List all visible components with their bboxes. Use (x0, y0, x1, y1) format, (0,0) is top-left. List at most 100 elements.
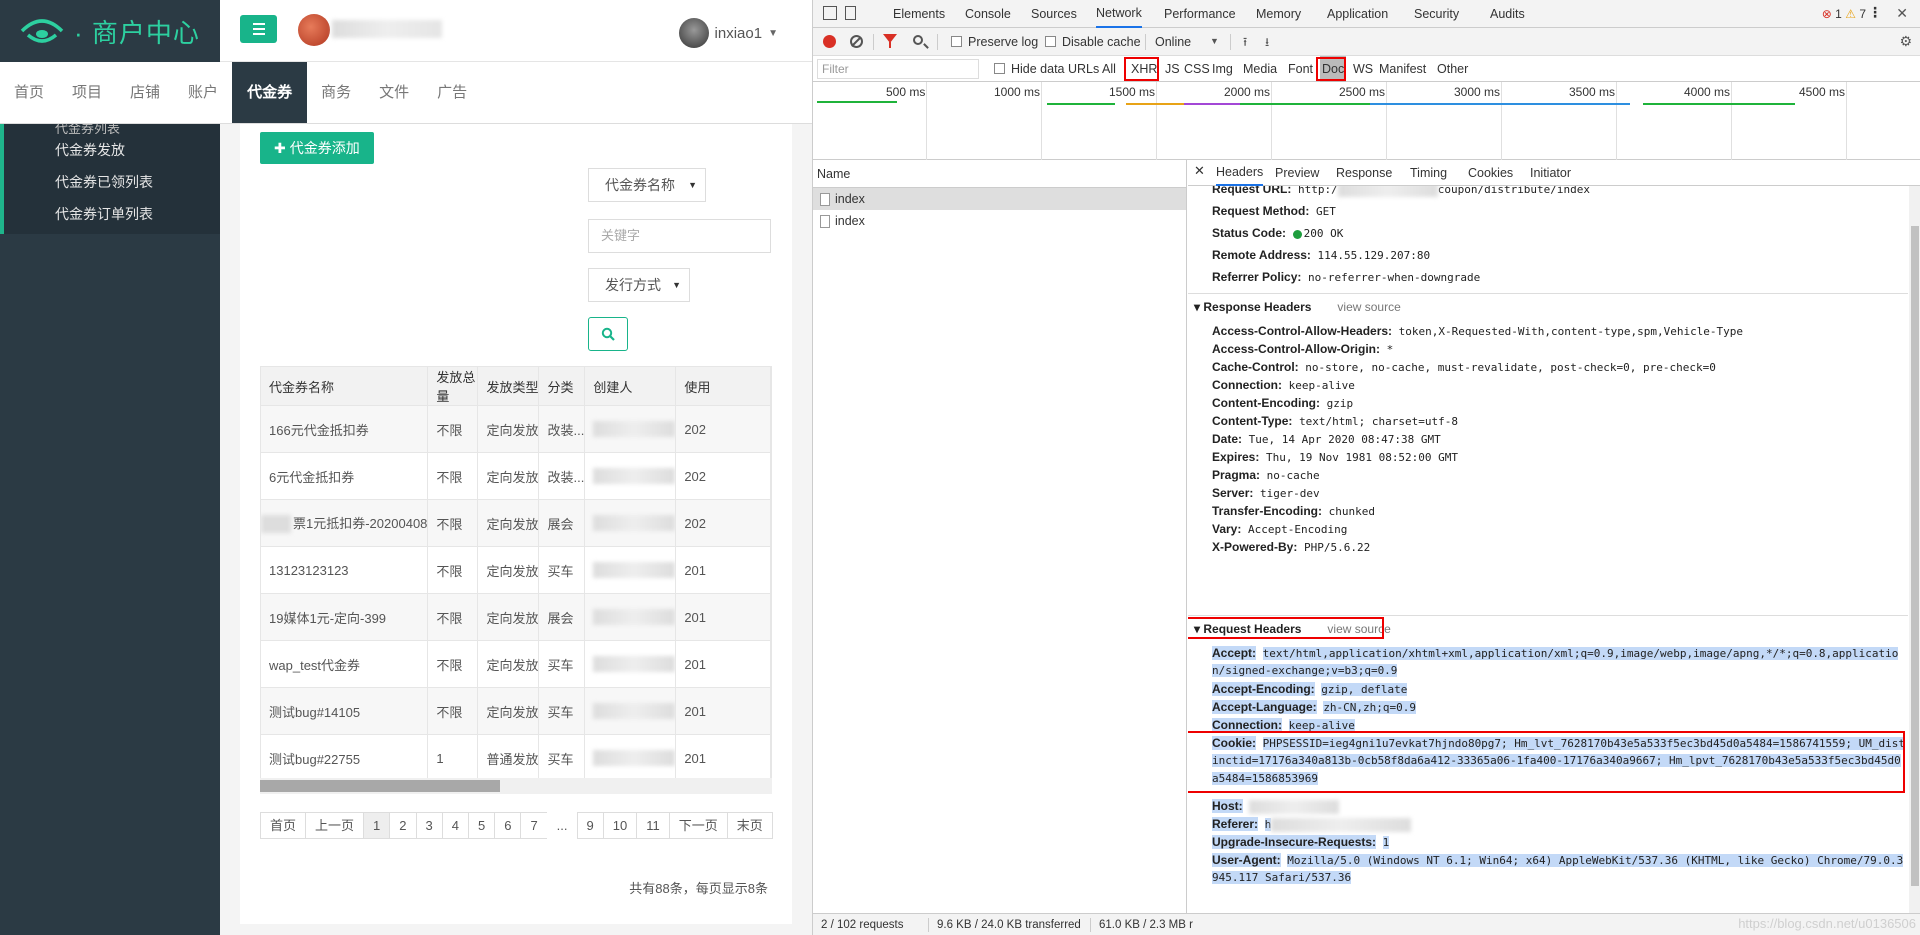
subnav-item-coupon-list[interactable]: 代金券列表 (4, 124, 220, 134)
nav-item-business[interactable]: 商务 (307, 62, 365, 123)
inspect-element-icon[interactable] (823, 6, 837, 20)
record-icon[interactable] (823, 35, 836, 48)
filter-type-manifest[interactable]: Manifest (1379, 56, 1426, 82)
detail-tab-initiator[interactable]: Initiator (1530, 160, 1571, 186)
disable-cache-checkbox[interactable] (1045, 36, 1056, 47)
filter-type-ws[interactable]: WS (1353, 56, 1373, 82)
close-icon[interactable]: ✕ (1194, 163, 1205, 179)
detail-tab-cookies[interactable]: Cookies (1468, 160, 1513, 186)
menu-toggle-button[interactable] (240, 15, 277, 43)
user-menu[interactable]: inxiao1 ▼ (678, 18, 778, 48)
search-icon[interactable] (913, 35, 923, 45)
pagination-button[interactable]: 11 (636, 812, 670, 839)
pagination-button[interactable]: 5 (467, 812, 496, 839)
devtools-tab-sources[interactable]: Sources (1031, 0, 1077, 28)
nav-item-coupons[interactable]: 代金券 (232, 62, 308, 123)
filter-type-media[interactable]: Media (1243, 56, 1277, 82)
settings-gear-icon[interactable]: ⚙ (1899, 33, 1912, 50)
export-har-icon[interactable]: ⭳ (1265, 33, 1269, 54)
filter-icon[interactable] (883, 34, 897, 48)
device-toolbar-icon[interactable] (845, 6, 856, 20)
view-source-link[interactable]: view source (1337, 300, 1400, 314)
pagination-button[interactable]: 2 (389, 812, 417, 839)
nav-item-files[interactable]: 文件 (365, 62, 423, 123)
add-coupon-button[interactable]: ✚ 代金券添加 (260, 132, 374, 164)
column-header[interactable]: 代金券名称 (261, 367, 429, 406)
devtools-tab-application[interactable]: Application (1327, 0, 1388, 28)
pagination-button[interactable]: 4 (441, 812, 469, 839)
table-row[interactable]: 票1元抵扣券-20200408 不限 定向发放 展会 202 (261, 499, 771, 547)
detail-tab-headers[interactable]: Headers (1216, 160, 1264, 186)
table-row[interactable]: 测试bug#22755 1 普通发放 买车 201 (261, 734, 771, 782)
filter-type-img[interactable]: Img (1212, 56, 1233, 82)
keyword-input[interactable]: 关键字 (588, 219, 771, 253)
devtools-tab-audits[interactable]: Audits (1490, 0, 1525, 28)
search-button[interactable] (588, 317, 628, 351)
devtools-tab-elements[interactable]: Elements (893, 0, 945, 28)
nav-item-account[interactable]: 账户 (174, 62, 232, 123)
issue-type-select[interactable]: 发行方式 ▼ (588, 268, 690, 302)
import-har-icon[interactable]: ⭱ (1243, 33, 1247, 54)
error-warning-counter[interactable]: ⊗ 1 ⚠ 7 (1822, 7, 1866, 21)
table-horizontal-scrollbar[interactable] (260, 778, 772, 794)
pagination-button[interactable]: 6 (494, 812, 522, 839)
response-headers-section[interactable]: ▾ Response Headers view source (1194, 298, 1401, 316)
filter-type-all[interactable]: All (1102, 56, 1116, 82)
request-list-header[interactable]: Name (813, 160, 1186, 188)
nav-item-home[interactable]: 首页 (0, 62, 58, 123)
subnav-item-coupon-claimed[interactable]: 代金券已领列表 (4, 166, 220, 198)
filter-type-font[interactable]: Font (1288, 56, 1313, 82)
nav-item-stores[interactable]: 店铺 (116, 62, 174, 123)
pagination-button[interactable]: 上一页 (305, 812, 365, 839)
column-header[interactable]: 发放总量 (427, 367, 479, 406)
clear-icon[interactable] (850, 35, 863, 48)
devtools-tab-network[interactable]: Network (1096, 0, 1142, 28)
pagination-button[interactable]: 3 (415, 812, 443, 839)
table-row[interactable]: 6元代金抵扣券 不限 定向发放 改装... 202 (261, 452, 771, 500)
devtools-tab-memory[interactable]: Memory (1256, 0, 1301, 28)
scrollbar-thumb[interactable] (1911, 226, 1919, 886)
column-header[interactable]: 创建人 (584, 367, 677, 406)
table-row[interactable]: 13123123123 不限 定向发放 买车 201 (261, 546, 771, 594)
filter-type-js[interactable]: JS (1165, 56, 1180, 82)
preserve-log-checkbox[interactable] (951, 36, 962, 47)
pagination-button[interactable]: 7 (520, 812, 548, 839)
pagination-button[interactable]: 末页 (726, 812, 773, 839)
coupon-name-select[interactable]: 代金券名称 ▼ (588, 168, 706, 202)
devtools-tab-performance[interactable]: Performance (1164, 0, 1236, 28)
devtools-tab-security[interactable]: Security (1414, 0, 1459, 28)
nav-item-projects[interactable]: 项目 (58, 62, 116, 123)
scrollbar-thumb[interactable] (260, 780, 500, 792)
subnav-item-coupon-orders[interactable]: 代金券订单列表 (4, 198, 220, 230)
column-header[interactable]: 发放类型 (477, 367, 540, 406)
table-row[interactable]: 19媒体1元-定向-399 不限 定向发放 展会 201 (261, 593, 771, 641)
network-filter-input[interactable]: Filter (817, 59, 979, 79)
hide-data-urls-checkbox[interactable] (994, 63, 1005, 74)
filter-type-other[interactable]: Other (1437, 56, 1468, 82)
table-row[interactable]: wap_test代金券 不限 定向发放 买车 201 (261, 640, 771, 688)
nav-item-ads[interactable]: 广告 (423, 62, 481, 123)
subnav-item-coupon-distribute[interactable]: 代金券发放 (4, 134, 220, 166)
network-timeline-overview[interactable]: 500 ms 1000 ms 1500 ms 2000 ms 2500 ms 3… (813, 82, 1920, 160)
close-icon[interactable]: ✕ (1896, 5, 1908, 22)
request-row[interactable]: index (813, 210, 1186, 232)
throttling-select[interactable]: Online (1155, 28, 1191, 56)
table-row[interactable]: 166元代金抵扣券 不限 定向发放 改装... 202 (261, 405, 771, 453)
pagination-button[interactable]: 1 (363, 812, 391, 839)
column-header[interactable]: 分类 (538, 367, 586, 406)
table-row[interactable]: 测试bug#14105 不限 定向发放 买车 201 (261, 687, 771, 735)
detail-tab-timing[interactable]: Timing (1410, 160, 1447, 186)
pagination-button[interactable]: 9 (576, 812, 604, 839)
detail-vertical-scrollbar[interactable] (1909, 186, 1920, 913)
logo[interactable]: · 商户中心 (0, 0, 220, 62)
more-options-icon[interactable]: ⋮ (1868, 4, 1882, 21)
pagination-button[interactable]: 首页 (260, 812, 307, 839)
pagination-button[interactable]: 下一页 (668, 812, 728, 839)
filter-type-css[interactable]: CSS (1184, 56, 1210, 82)
pagination-button[interactable]: 10 (602, 812, 638, 839)
request-row[interactable]: index (813, 188, 1186, 210)
column-header[interactable]: 使用 (675, 367, 771, 406)
devtools-tab-console[interactable]: Console (965, 0, 1011, 28)
detail-tab-response[interactable]: Response (1336, 160, 1392, 186)
detail-tab-preview[interactable]: Preview (1275, 160, 1319, 186)
